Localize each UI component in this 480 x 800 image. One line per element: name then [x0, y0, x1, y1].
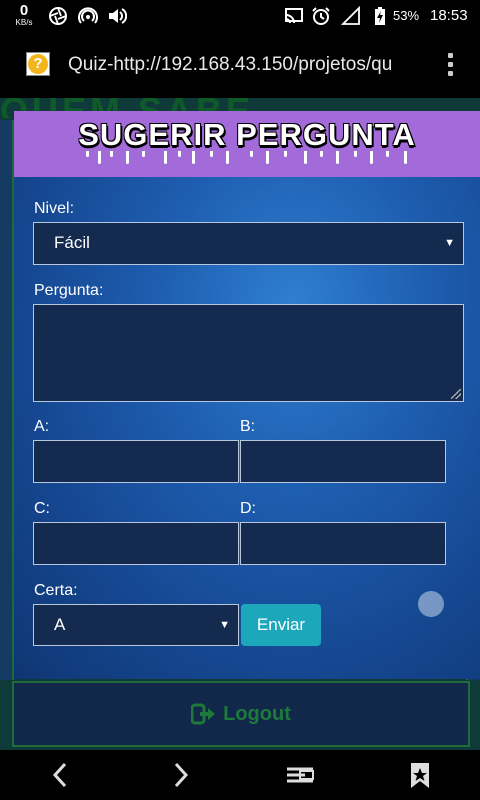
net-speed-unit: KB/s: [15, 18, 33, 27]
navigation-bar: [0, 750, 480, 800]
alarm-icon: [312, 7, 330, 25]
question-label: Pergunta:: [34, 282, 104, 299]
title-drip: [250, 151, 253, 157]
logout-icon: [191, 703, 216, 725]
option-a-input[interactable]: [33, 440, 239, 483]
title-drip: [284, 151, 287, 157]
level-select-value: Fácil: [54, 233, 90, 252]
resize-grip-icon[interactable]: [451, 389, 461, 399]
title-drip: [164, 151, 167, 164]
logout-label: Logout: [223, 702, 291, 725]
title-drip: [266, 151, 269, 164]
level-label: Nivel:: [34, 200, 75, 217]
url-field[interactable]: Quiz-http://192.168.43.150/projetos/qu: [68, 54, 408, 76]
option-c-input[interactable]: [33, 522, 239, 565]
question-mark-icon: ?: [28, 54, 48, 74]
battery-charging-icon: [375, 7, 385, 25]
correct-answer-select[interactable]: A ▼: [33, 604, 239, 646]
touch-indicator: [418, 591, 444, 617]
option-b-label: B:: [240, 418, 256, 435]
clock: 18:53: [430, 7, 468, 24]
title-drip: [226, 151, 229, 164]
title-drip: [86, 151, 89, 157]
title-drip: [98, 151, 101, 164]
title-drip: [210, 151, 213, 157]
cast-icon: [285, 8, 303, 24]
tabs-icon[interactable]: [285, 760, 315, 790]
back-icon[interactable]: [46, 760, 76, 790]
overflow-menu-icon[interactable]: [440, 50, 460, 80]
battery-percent: 53%: [393, 8, 420, 23]
title-drip: [304, 151, 307, 164]
bookmark-icon[interactable]: [405, 760, 435, 790]
title-drip: [320, 151, 323, 157]
level-select[interactable]: Fácil ▼: [33, 222, 464, 265]
status-bar: 0 KB/s 53% 18:53: [0, 0, 480, 32]
title-drip: [370, 151, 373, 164]
option-d-input[interactable]: [240, 522, 446, 565]
logout-button[interactable]: Logout: [12, 681, 470, 747]
chevron-down-icon: ▼: [444, 237, 455, 249]
option-c-label: C:: [34, 500, 50, 517]
option-b-input[interactable]: [240, 440, 446, 483]
volume-icon: [109, 8, 127, 24]
title-drip: [142, 151, 145, 157]
no-signal-icon: [341, 6, 360, 25]
option-a-label: A:: [34, 418, 50, 435]
chevron-down-icon: ▼: [219, 619, 230, 631]
correct-answer-label: Certa:: [34, 582, 78, 599]
submit-button[interactable]: Enviar: [241, 604, 321, 646]
option-d-label: D:: [240, 500, 256, 517]
correct-answer-value: A: [54, 615, 66, 634]
question-textarea[interactable]: [33, 304, 464, 402]
title-drip: [354, 151, 357, 157]
title-drip: [404, 151, 407, 164]
aperture-icon: [49, 7, 67, 25]
title-drip: [336, 151, 339, 164]
favicon: ?: [26, 52, 50, 76]
net-speed: 0 KB/s: [10, 3, 38, 27]
title-drip: [192, 151, 195, 164]
page-panel-left: [0, 120, 14, 680]
modal-header: SUGERIR PERGUNTA: [14, 111, 480, 177]
title-drip: [110, 151, 113, 157]
modal-title: SUGERIR PERGUNTA: [78, 117, 416, 152]
forward-icon[interactable]: [165, 760, 195, 790]
hotspot-icon: [78, 7, 98, 24]
browser-toolbar: ? Quiz-http://192.168.43.150/projetos/qu: [0, 32, 480, 98]
title-drip: [126, 151, 129, 164]
net-speed-value: 0: [19, 2, 29, 19]
title-drip: [178, 151, 181, 157]
title-drip: [386, 151, 389, 157]
